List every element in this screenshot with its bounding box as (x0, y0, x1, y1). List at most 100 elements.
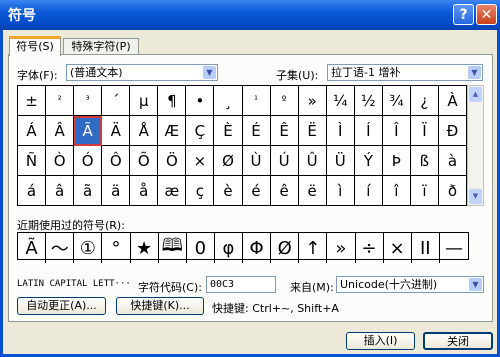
symbol-cell[interactable]: Ç (186, 116, 215, 146)
symbol-cell[interactable]: æ (158, 176, 187, 206)
recent-symbol[interactable]: Φ (243, 233, 272, 263)
insert-button[interactable]: 插入(I) (346, 332, 415, 350)
symbol-cell[interactable]: ¾ (382, 86, 411, 116)
symbol-cell[interactable]: ¶ (158, 86, 187, 116)
symbol-cell[interactable]: Á (18, 116, 47, 146)
symbol-cell[interactable]: Ö (158, 146, 187, 176)
symbol-cell[interactable]: Û (298, 146, 327, 176)
symbol-cell[interactable]: Ô (102, 146, 131, 176)
recent-symbol[interactable]: 0 (187, 233, 215, 263)
symbol-cell[interactable]: À (438, 86, 467, 116)
symbol-cell[interactable]: Ã (74, 116, 103, 146)
symbol-cell[interactable]: Å (130, 116, 159, 146)
recent-symbol[interactable]: Ã (18, 233, 47, 263)
symbol-cell[interactable]: Õ (130, 146, 159, 176)
symbol-cell[interactable]: Ò (46, 146, 75, 176)
tab-special-chars[interactable]: 特殊字符(P) (63, 38, 139, 55)
symbol-cell[interactable]: Ø (214, 146, 243, 176)
tab-symbols[interactable]: 符号(S) (9, 36, 61, 56)
close-button[interactable]: 关闭 (423, 332, 493, 350)
symbol-cell[interactable]: ä (102, 176, 131, 206)
symbol-cell[interactable]: ¿ (410, 86, 439, 116)
recent-symbol[interactable]: II (412, 233, 440, 263)
symbol-cell[interactable]: ³ (74, 86, 103, 116)
recent-symbol[interactable]: ÷ (356, 233, 384, 263)
grid-scrollbar[interactable]: ▲ ▼ (467, 85, 484, 206)
recent-symbol[interactable]: ① (74, 233, 103, 263)
symbol-cell[interactable]: é (242, 176, 271, 206)
symbol-cell[interactable]: ã (74, 176, 103, 206)
help-button[interactable]: ? (453, 4, 474, 25)
font-select[interactable]: (普通文本) ▼ (66, 64, 218, 81)
recent-symbol[interactable]: — (440, 233, 468, 263)
symbol-cell[interactable]: Ü (326, 146, 355, 176)
symbol-cell[interactable]: ê (270, 176, 299, 206)
symbol-cell[interactable]: µ (130, 86, 159, 116)
symbol-cell[interactable]: Ê (270, 116, 299, 146)
symbol-cell[interactable]: ç (186, 176, 215, 206)
symbol-cell[interactable]: Æ (158, 116, 187, 146)
recent-symbol[interactable]: 〜 (46, 233, 75, 263)
symbol-cell[interactable]: ´ (102, 86, 131, 116)
symbol-cell[interactable]: Ý (354, 146, 383, 176)
recent-symbol[interactable]: φ (215, 233, 243, 263)
from-label: 来自(M): (290, 281, 334, 294)
symbol-cell[interactable]: ¹ (242, 86, 271, 116)
symbol-cell[interactable]: ë (298, 176, 327, 206)
symbol-cell[interactable]: ï (410, 176, 439, 206)
symbol-cell[interactable]: º (270, 86, 299, 116)
recent-symbol[interactable]: 🕮 (159, 233, 187, 263)
symbol-cell[interactable]: à (438, 146, 467, 176)
symbol-cell[interactable]: Í (354, 116, 383, 146)
chevron-down-icon[interactable]: ▼ (203, 66, 216, 79)
symbol-cell[interactable]: • (186, 86, 215, 116)
symbol-cell[interactable]: ð (438, 176, 467, 206)
scroll-down-icon[interactable]: ▼ (469, 189, 482, 204)
symbol-cell[interactable]: Ú (270, 146, 299, 176)
recent-symbol[interactable]: Ø (271, 233, 300, 263)
symbol-cell[interactable]: Ù (242, 146, 271, 176)
recent-symbol[interactable]: × (384, 233, 412, 263)
symbol-cell[interactable]: Ð (438, 116, 467, 146)
chevron-down-icon[interactable]: ▼ (469, 278, 482, 291)
autocorrect-button[interactable]: 自动更正(A)... (17, 297, 106, 315)
symbol-cell[interactable]: Î (382, 116, 411, 146)
recent-symbol[interactable]: » (327, 233, 356, 263)
symbol-cell[interactable]: Â (46, 116, 75, 146)
symbol-cell[interactable]: » (298, 86, 327, 116)
char-code-input[interactable]: 00C3 (206, 276, 276, 293)
recent-symbol[interactable]: ↑ (299, 233, 328, 263)
symbol-cell[interactable]: ¸ (214, 86, 243, 116)
symbol-cell[interactable]: ì (326, 176, 355, 206)
chevron-down-icon[interactable]: ▼ (468, 66, 481, 79)
subset-select[interactable]: 拉丁语-1 增补 ▼ (327, 64, 483, 81)
window-title: 符号 (8, 8, 36, 24)
symbol-cell[interactable]: ½ (354, 86, 383, 116)
symbol-cell[interactable]: × (186, 146, 215, 176)
symbol-cell[interactable]: ß (410, 146, 439, 176)
symbol-cell[interactable]: Ë (298, 116, 327, 146)
symbol-cell[interactable]: å (130, 176, 159, 206)
symbol-cell[interactable]: Ä (102, 116, 131, 146)
symbol-cell[interactable]: Ï (410, 116, 439, 146)
recent-symbol[interactable]: ° (102, 233, 131, 263)
symbol-cell[interactable]: ² (46, 86, 75, 116)
symbol-cell[interactable]: É (242, 116, 271, 146)
symbol-cell[interactable]: è (214, 176, 243, 206)
close-icon[interactable]: ✕ (476, 4, 497, 25)
recent-symbol[interactable]: ★ (131, 233, 159, 263)
symbol-cell[interactable]: á (18, 176, 47, 206)
symbol-cell[interactable]: î (382, 176, 411, 206)
from-select[interactable]: Unicode(十六进制) ▼ (336, 276, 484, 293)
symbol-cell[interactable]: Ì (326, 116, 355, 146)
symbol-cell[interactable]: Þ (382, 146, 411, 176)
symbol-cell[interactable]: ¼ (326, 86, 355, 116)
symbol-cell[interactable]: í (354, 176, 383, 206)
shortcut-key-button[interactable]: 快捷键(K)... (116, 297, 204, 315)
symbol-cell[interactable]: È (214, 116, 243, 146)
symbol-cell[interactable]: ± (18, 86, 47, 116)
symbol-cell[interactable]: Ñ (18, 146, 47, 176)
symbol-cell[interactable]: Ó (74, 146, 103, 176)
symbol-cell[interactable]: â (46, 176, 75, 206)
scroll-up-icon[interactable]: ▲ (469, 87, 482, 102)
